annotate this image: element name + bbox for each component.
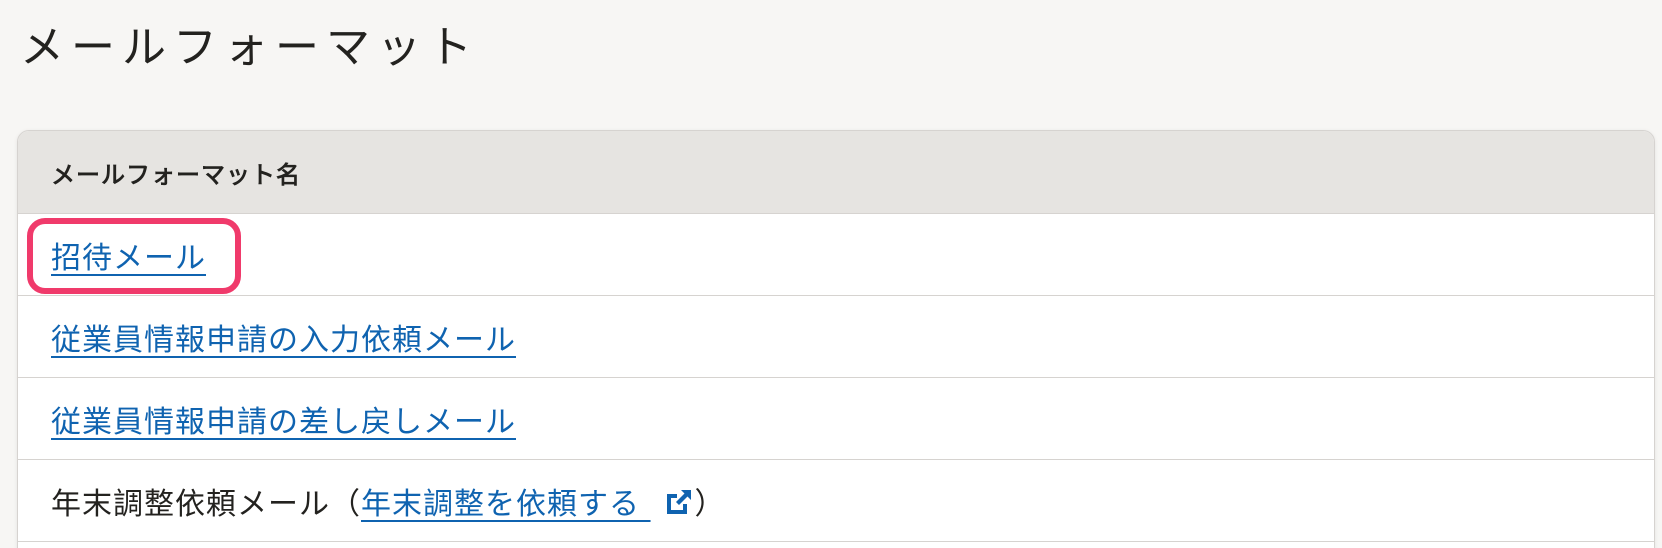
external-link-icon xyxy=(666,489,691,514)
year-end-adjustment-mail-label: 年末調整依頼メール xyxy=(51,486,330,522)
page: メールフォーマット メールフォーマット名 招待メール 従業員情報申請の入力依頼メ… xyxy=(0,0,1662,548)
column-header-mail-format-name: メールフォーマット名 xyxy=(51,160,301,189)
employee-info-return-mail-link[interactable]: 従業員情報申請の差し戻しメール xyxy=(51,397,516,441)
table-row: 従業員情報申請の差し戻しメール xyxy=(18,378,1654,460)
page-title: メールフォーマット xyxy=(20,22,479,73)
table-row: 招待メール xyxy=(18,214,1654,296)
paren-close: ） xyxy=(694,486,726,522)
request-year-end-adjustment-link[interactable]: 年末調整を依頼する xyxy=(361,479,695,523)
table-row: 年末調整依頼メール （ 年末調整を依頼する ） xyxy=(18,460,1654,542)
employee-info-input-request-mail-link[interactable]: 従業員情報申請の入力依頼メール xyxy=(51,315,516,359)
request-year-end-adjustment-label: 年末調整を依頼する xyxy=(361,486,640,522)
invite-mail-link[interactable]: 招待メール xyxy=(51,233,206,277)
table-row: 従業員情報申請の入力依頼メール xyxy=(18,296,1654,378)
mail-format-table: メールフォーマット名 招待メール 従業員情報申請の入力依頼メール 従業員情報申請… xyxy=(17,130,1655,548)
paren-open: （ xyxy=(330,486,361,522)
table-header: メールフォーマット名 xyxy=(18,131,1654,214)
